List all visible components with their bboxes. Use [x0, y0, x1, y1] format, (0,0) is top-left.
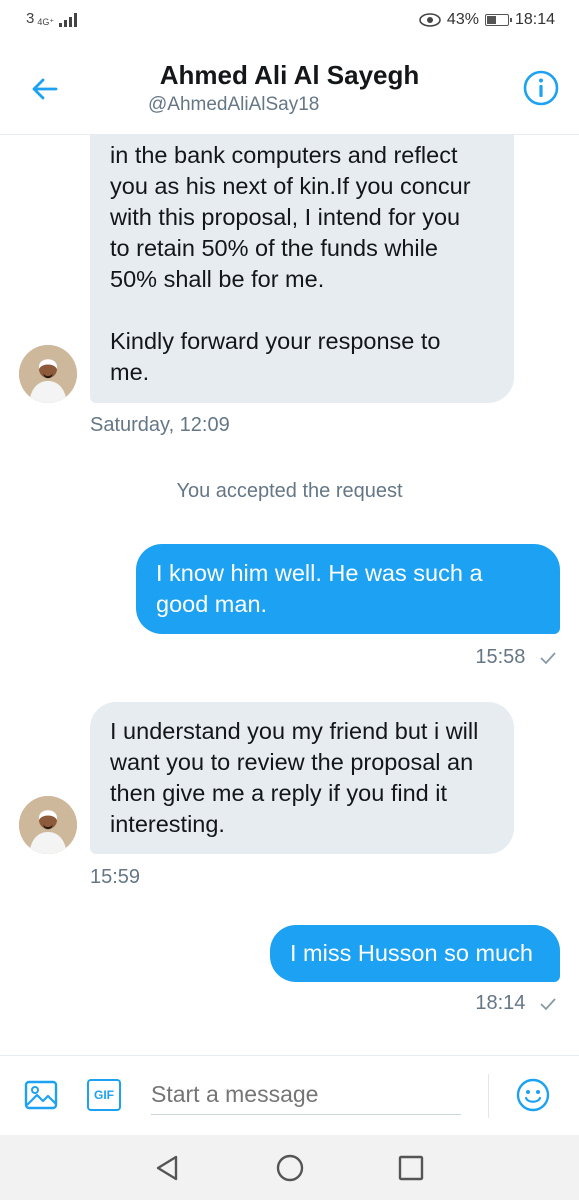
nav-back-icon[interactable]: [152, 1153, 182, 1183]
sent-check-icon: [540, 998, 556, 1011]
image-icon[interactable]: [24, 1078, 58, 1112]
message-line: 50% shall be for me.: [110, 266, 325, 292]
message-timestamp: Saturday, 12:09: [90, 414, 230, 436]
message-composer: GIF: [0, 1055, 579, 1136]
conversation-header: Ahmed Ali Al Sayegh @AhmedAliAlSay18: [0, 44, 579, 135]
message-line: Kindly forward your response to: [110, 328, 441, 354]
message-bubble-outgoing: I miss Husson so much: [270, 925, 560, 982]
contact-name: Ahmed Ali Al Sayegh: [159, 60, 420, 90]
message-bubble-incoming: in the bank computers and reflect you as…: [90, 134, 514, 403]
network-type: 4G⁺: [37, 17, 55, 27]
message-timestamp: 18:14: [475, 992, 557, 1015]
avatar[interactable]: [19, 796, 77, 854]
message-timestamp: 15:59: [90, 866, 141, 888]
message-line: interesting.: [110, 811, 225, 837]
message-line: want you to review the proposal an: [110, 749, 474, 775]
message-line: good man.: [156, 591, 268, 617]
system-nav-bar: [0, 1135, 579, 1200]
message-line: you as his next of kin.If you concur: [110, 173, 471, 199]
message-line: in the bank computers and reflect: [110, 142, 458, 168]
signal-bars-icon: [59, 13, 78, 27]
message-line: then give me a reply if you find it: [110, 780, 448, 806]
message-input[interactable]: [151, 1074, 461, 1115]
message-bubble-incoming: I understand you my friend but i will wa…: [90, 702, 514, 854]
message-line: [110, 295, 494, 326]
contact-handle: @AhmedAliAlSay18: [148, 94, 320, 115]
composer-divider: [488, 1074, 489, 1118]
clock: 18:14: [514, 11, 555, 28]
message-line: with this proposal, I intend for you: [110, 204, 461, 230]
avatar-image: [19, 345, 77, 403]
message-line: I understand you my friend but i will: [110, 718, 479, 744]
message-line: I miss Husson so much: [290, 940, 533, 966]
emoji-icon[interactable]: [516, 1078, 550, 1112]
battery-icon: [484, 14, 512, 26]
avatar-image: [19, 796, 77, 854]
status-bar: 3 4G⁺ 43% 18:14: [0, 0, 579, 44]
message-bubble-outgoing: I know him well. He was such a good man.: [136, 544, 560, 634]
message-line: I know him well. He was such a: [156, 560, 483, 586]
eye-icon: [419, 13, 441, 27]
message-timestamp: 15:58: [475, 646, 557, 669]
info-icon[interactable]: [523, 70, 559, 106]
signal-indicator: 3 4G⁺: [26, 10, 78, 27]
system-message: You accepted the request: [176, 480, 403, 502]
message-line: to retain 50% of the funds while: [110, 235, 438, 261]
battery-percent: 43%: [446, 11, 479, 28]
status-right: 43% 18:14: [419, 11, 555, 29]
avatar[interactable]: [19, 345, 77, 403]
network-label: 3: [26, 10, 35, 27]
sent-check-icon: [540, 652, 556, 665]
nav-home-icon[interactable]: [276, 1154, 304, 1182]
gif-button[interactable]: GIF: [87, 1079, 121, 1111]
message-line: me.: [110, 359, 150, 385]
nav-recent-apps-icon[interactable]: [398, 1155, 424, 1181]
